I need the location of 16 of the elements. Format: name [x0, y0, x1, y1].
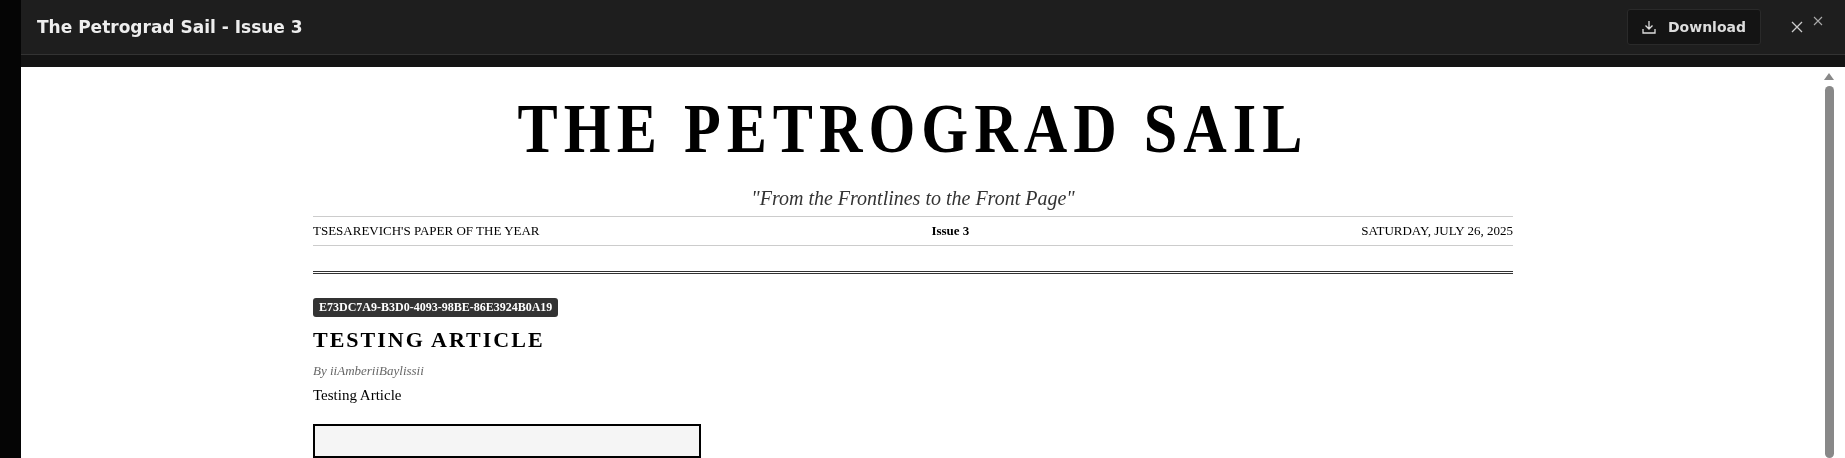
scroll-up-icon[interactable]	[1824, 73, 1834, 80]
close-icon[interactable]	[1791, 20, 1803, 33]
close-icon[interactable]	[1813, 16, 1823, 26]
download-button[interactable]: Download	[1626, 8, 1761, 45]
issue-info: SATURDAY, JULY 26, 2025	[1361, 223, 1513, 239]
scroll-thumb[interactable]	[1824, 86, 1834, 458]
issue-info: Issue 3	[931, 223, 970, 239]
issue-info: TSESAREVICH'S PAPER OF THE YEAR	[313, 223, 540, 239]
byline: By iiAmberiiBaylissii	[313, 363, 424, 379]
article-id-badge: E73DC7A9-B3D0-4093-98BE-86E3924B0A19	[313, 298, 559, 317]
window-title: The Petrograd Sail - Issue 3	[37, 16, 304, 37]
masthead: THE PETROGRAD SAIL	[516, 89, 1310, 169]
download-icon	[1641, 19, 1656, 34]
tagline: "From the Frontlines to the Front Page"	[750, 186, 1076, 211]
article-title: TESTING ARTICLE	[313, 327, 545, 353]
article-body: Testing Article	[313, 387, 402, 404]
